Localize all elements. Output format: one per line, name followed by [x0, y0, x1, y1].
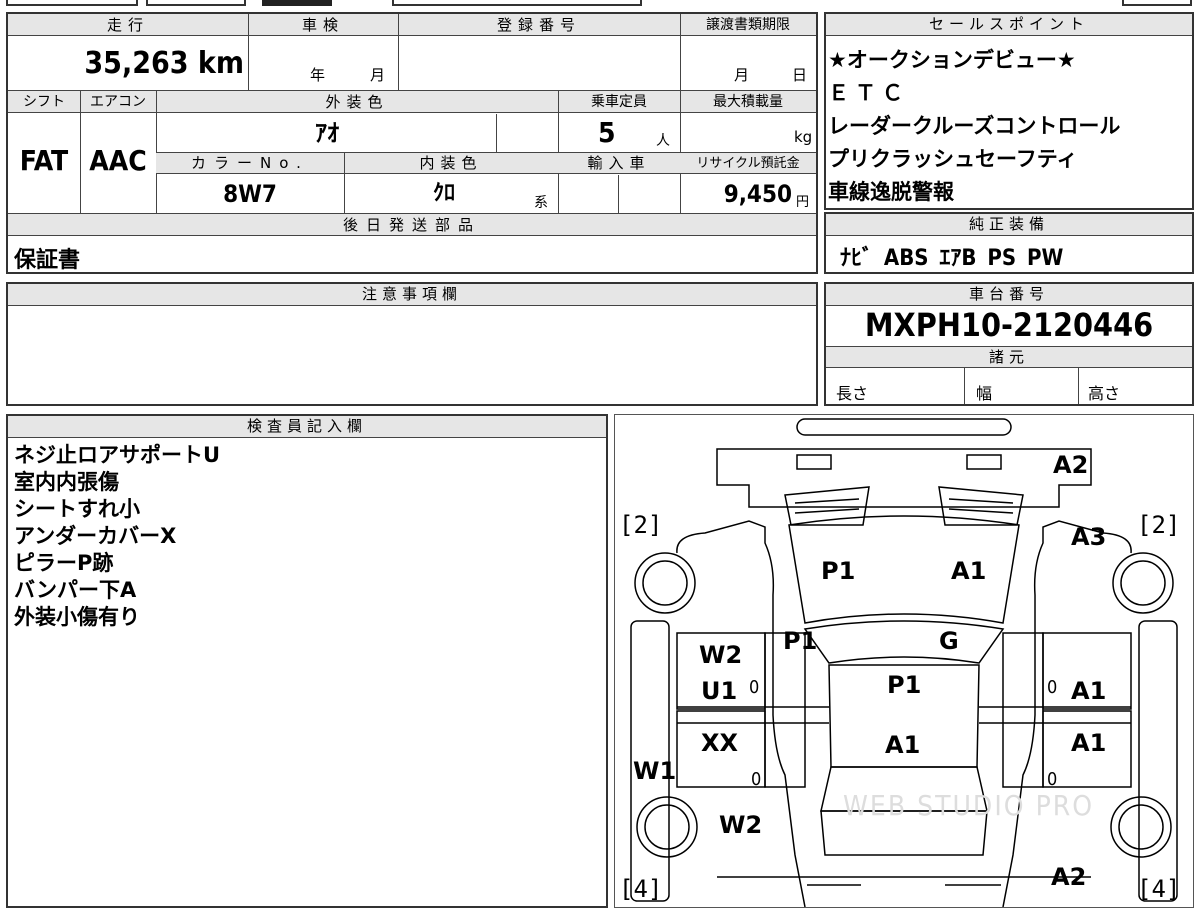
chassis-number: MXPH10-2120446: [864, 306, 1154, 344]
zero-mark: 0: [749, 677, 760, 698]
interior-color-value: ｸﾛ: [432, 181, 455, 206]
recycle-header: リサイクル預託金: [696, 156, 800, 171]
capacity-value: 5: [598, 116, 616, 149]
inspection-header: 車検: [301, 16, 344, 34]
tire-front-right: [2]: [1137, 511, 1181, 539]
ac-value: AAC: [89, 144, 147, 177]
damage-mark: W2: [699, 641, 743, 669]
max-load-unit: kg: [794, 128, 813, 146]
inspector-line: アンダーカバーX: [14, 524, 177, 548]
later-parts-header: 後日発送部品: [342, 216, 481, 234]
inspection-month-unit: 月: [370, 66, 386, 84]
transfer-month-unit: 月: [734, 66, 750, 84]
damage-mark: A3: [1071, 523, 1107, 551]
damage-mark: A2: [1051, 863, 1087, 891]
equipment-panel: 純正装備 ﾅﾋﾞ ABS ｴｱB PS PW: [824, 212, 1194, 274]
import-header: 輸入車: [587, 154, 651, 172]
mileage-value: 35,263 km: [84, 46, 244, 81]
damage-mark: A1: [951, 557, 987, 585]
top-strip: [0, 0, 1200, 8]
zero-mark: 0: [751, 769, 762, 790]
interior-color-header: 内装色: [419, 154, 483, 172]
spec-width: 幅: [976, 384, 993, 403]
recycle-fee-value: 9,450: [723, 180, 792, 208]
sales-points-header: セールスポイント: [826, 14, 1192, 36]
capacity-unit: 人: [656, 133, 670, 149]
inspector-panel: 検査員記入欄 ネジ止ロアサポートU 室内内張傷 シートすれ小 アンダーカバーX …: [6, 414, 608, 908]
damage-mark: W1: [633, 757, 677, 785]
car-damage-diagram: [2] [2] [4] [4] A2 A3 P1 A1 P1 G W2 U1 P…: [614, 414, 1194, 908]
inspector-line: シートすれ小: [14, 497, 140, 521]
inspector-line: バンパー下A: [14, 578, 137, 602]
mileage-header: 走行: [106, 16, 149, 34]
damage-mark: P1: [821, 557, 856, 585]
max-load-header: 最大積載量: [713, 94, 783, 110]
later-parts-value: 保証書: [14, 248, 81, 273]
inspector-line: 室内内張傷: [14, 470, 119, 494]
recycle-fee-unit: 円: [796, 195, 810, 210]
damage-mark: A1: [1071, 729, 1107, 757]
sales-points-panel: セールスポイント ★オークションデビュー★ ＥＴＣ レーダークルーズコントロール…: [824, 12, 1194, 210]
ac-header: エアコン: [90, 94, 146, 110]
spec-height: 高さ: [1088, 384, 1121, 403]
sales-point-item: 車線逸脱警報: [828, 180, 954, 204]
interior-color-suffix: 系: [534, 195, 548, 211]
vehicle-info-table: 走行 車検 登録番号 譲渡書類期限 35,263 km 年 月 月 日 シフト …: [6, 12, 818, 274]
damage-mark: P1: [887, 671, 922, 699]
inspection-year-unit: 年: [310, 66, 326, 84]
shift-value: FAT: [19, 144, 69, 177]
zero-mark: 0: [1047, 769, 1058, 790]
specs-header: 諸元: [826, 346, 1192, 368]
damage-mark: W2: [719, 811, 763, 839]
watermark: WEB STUDIO PRO: [843, 789, 1095, 822]
equipment-header: 純正装備: [826, 214, 1192, 236]
sales-point-item: ＥＴＣ: [828, 81, 909, 105]
sales-point-item: ★オークションデビュー★: [828, 48, 1076, 72]
spec-length: 長さ: [836, 384, 869, 403]
chassis-header: 車台番号: [826, 284, 1192, 306]
transfer-day-unit: 日: [792, 66, 808, 84]
damage-mark: P1: [783, 627, 818, 655]
tire-rear-right: [4]: [1137, 875, 1181, 903]
zero-mark: 0: [1047, 677, 1058, 698]
inspector-line: ネジ止ロアサポートU: [14, 443, 221, 467]
chassis-panel: 車台番号 MXPH10-2120446 諸元 長さ 幅 高さ: [824, 282, 1194, 406]
inspector-header: 検査員記入欄: [8, 416, 606, 438]
damage-mark: U1: [701, 677, 738, 705]
exterior-color-value: ｱｵ: [315, 119, 339, 147]
notes-header: 注意事項欄: [8, 284, 816, 306]
inspector-line: ピラーP跡: [14, 551, 114, 575]
notes-panel: 注意事項欄: [6, 282, 818, 406]
sales-point-item: レーダークルーズコントロール: [828, 114, 1121, 138]
color-no-value: 8W7: [223, 180, 277, 208]
inspector-line: 外装小傷有り: [14, 605, 140, 629]
transfer-header: 譲渡書類期限: [706, 17, 790, 33]
shift-header: シフト: [23, 94, 65, 110]
tire-rear-left: [4]: [619, 875, 663, 903]
damage-mark: A1: [1071, 677, 1107, 705]
sales-point-item: プリクラッシュセーフティ: [828, 147, 1078, 171]
equipment-items: ﾅﾋﾞ ABS ｴｱB PS PW: [840, 246, 1064, 271]
registration-header: 登録番号: [496, 16, 581, 34]
inspector-notes: ネジ止ロアサポートU 室内内張傷 シートすれ小 アンダーカバーX ピラーP跡 バ…: [14, 442, 220, 631]
sales-points-list: ★オークションデビュー★ ＥＴＣ レーダークルーズコントロール プリクラッシュセ…: [828, 44, 1120, 209]
damage-mark: G: [939, 627, 959, 655]
exterior-color-header: 外装色: [325, 93, 389, 111]
tire-front-left: [2]: [619, 511, 663, 539]
capacity-header: 乗車定員: [591, 94, 647, 110]
damage-mark: XX: [701, 729, 739, 757]
color-no-header: カラーNo.: [191, 154, 309, 172]
damage-mark: A2: [1053, 451, 1089, 479]
damage-mark: A1: [885, 731, 921, 759]
